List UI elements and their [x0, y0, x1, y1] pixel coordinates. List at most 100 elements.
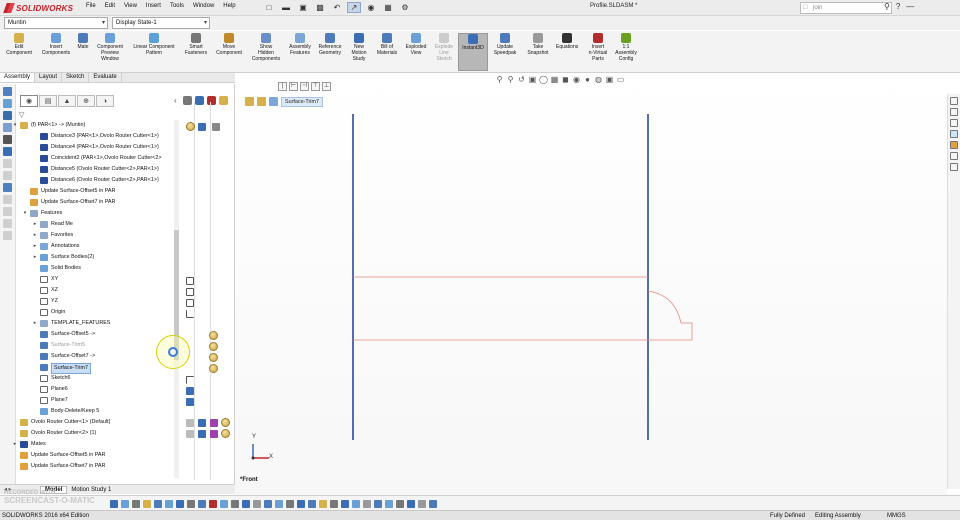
new-document-icon[interactable]: □: [262, 2, 276, 13]
display-mode-icon[interactable]: [198, 430, 206, 438]
help-icon[interactable]: ?: [896, 2, 900, 11]
command-button[interactable]: Instant3D: [458, 33, 488, 71]
display-mode-icon[interactable]: [198, 123, 206, 131]
appearance-icon[interactable]: [210, 419, 218, 427]
model-view[interactable]: [235, 73, 947, 499]
tree-scrollbar[interactable]: [174, 120, 179, 478]
tree-item[interactable]: Ovolo Router Cutter<2> (1): [16, 428, 178, 439]
transparency-icon[interactable]: [219, 96, 228, 105]
tree-item[interactable]: ▸ Annotations: [16, 241, 178, 252]
tree-item[interactable]: Update Surface-Offset5 in PAR: [16, 450, 178, 461]
chevron-right-icon[interactable]: ▸: [32, 241, 38, 252]
tab-layout[interactable]: Layout: [35, 73, 63, 82]
trim-icon[interactable]: [3, 135, 12, 144]
command-button[interactable]: Smart Fasteners: [182, 33, 210, 71]
command-button[interactable]: 1:1 Assembly Config: [612, 33, 640, 71]
file-properties-icon[interactable]: ▦: [381, 2, 395, 13]
tree-item[interactable]: Surface-Trim7: [16, 362, 178, 374]
body-state-icon[interactable]: [209, 353, 218, 362]
mirror-icon[interactable]: [3, 147, 12, 156]
toolbar-tool-icon[interactable]: [374, 500, 382, 508]
dynamic-annotation-icon[interactable]: ◯: [539, 75, 548, 84]
tree-item[interactable]: Surface-Trim5: [16, 340, 178, 351]
view-palette-icon[interactable]: [950, 130, 958, 138]
point-icon[interactable]: [3, 123, 12, 132]
command-button[interactable]: Assembly Features: [286, 33, 314, 71]
command-button[interactable]: Mate: [76, 33, 90, 71]
component-state-icon[interactable]: [186, 122, 195, 131]
graphics-area[interactable]: Y X: [235, 73, 947, 499]
plane-visibility-icon[interactable]: [186, 387, 194, 395]
tree-item[interactable]: YZ: [16, 296, 178, 307]
toolbar-tool-icon[interactable]: [396, 500, 404, 508]
menu-edit[interactable]: Edit: [105, 3, 115, 9]
tree-item[interactable]: Update Surface-Offset7 in PAR: [16, 197, 178, 208]
sketch-visibility-icon[interactable]: [186, 376, 194, 384]
tab-evaluate[interactable]: Evaluate: [89, 73, 122, 82]
smart-dimension-icon[interactable]: [3, 111, 12, 120]
minimize-icon[interactable]: —: [906, 2, 914, 11]
undo-icon[interactable]: ↶: [330, 2, 344, 13]
toolbar-tool-icon[interactable]: [154, 500, 162, 508]
command-button[interactable]: Component Preview Window: [94, 33, 126, 71]
toolbar-tool-icon[interactable]: [264, 500, 272, 508]
breadcrumb-tool-icon[interactable]: ⊣: [300, 82, 309, 91]
view-settings-icon[interactable]: ▣: [605, 75, 614, 84]
tree-item[interactable]: Update Surface-Offset5 in PAR: [16, 186, 178, 197]
breadcrumb-tool-icon[interactable]: |: [278, 82, 287, 91]
breadcrumb-tool-icon[interactable]: ⊢: [289, 82, 298, 91]
tree-item[interactable]: Surface-Offset7 ->: [16, 351, 178, 362]
menu-view[interactable]: View: [124, 3, 137, 9]
ovolo-profile-curve[interactable]: [647, 290, 693, 340]
component-visibility-icon[interactable]: [186, 419, 194, 427]
tree-item[interactable]: ▸ Surface Bodies(2): [16, 252, 178, 263]
breadcrumb-item-surface-trim[interactable]: Surface-Trim7: [281, 96, 323, 107]
display-mode-icon[interactable]: [195, 96, 204, 105]
command-button[interactable]: Move Component: [213, 33, 245, 71]
print-icon[interactable]: ▩: [313, 2, 327, 13]
apply-scene-icon[interactable]: ◍: [594, 75, 603, 84]
tree-item[interactable]: ▸ Favorites: [16, 230, 178, 241]
options-gear-icon[interactable]: ⚙: [398, 2, 412, 13]
body-state-icon[interactable]: [209, 364, 218, 373]
toolbar-tool-icon[interactable]: [220, 500, 228, 508]
toolbar-tool-icon[interactable]: [286, 500, 294, 508]
menu-help[interactable]: Help: [223, 3, 235, 9]
command-button[interactable]: Update Speedpak: [490, 33, 520, 71]
configuration-manager-tab-icon[interactable]: ▲: [58, 95, 76, 107]
plane-visibility-icon[interactable]: [186, 398, 194, 406]
command-button[interactable]: Exploded View: [402, 33, 430, 71]
command-button[interactable]: Edit Component: [3, 33, 35, 71]
menu-file[interactable]: File: [86, 3, 96, 9]
chevron-down-icon[interactable]: ▾: [12, 120, 18, 131]
chevron-right-icon[interactable]: ▸: [32, 230, 38, 241]
chevron-right-icon[interactable]: ▸: [32, 219, 38, 230]
chevron-right-icon[interactable]: ▸: [32, 252, 38, 263]
command-button[interactable]: Insert Components: [38, 33, 74, 71]
filter-icon[interactable]: ▽: [19, 111, 24, 119]
display-state-select[interactable]: Display State-1 ▾: [112, 17, 210, 29]
assembly-icon[interactable]: [245, 97, 254, 106]
tree-item[interactable]: Surface-Offset5 ->: [16, 329, 178, 340]
toolbar-tool-icon[interactable]: [330, 500, 338, 508]
tree-item[interactable]: XZ: [16, 285, 178, 296]
feature-icon[interactable]: [269, 97, 278, 106]
tree-item[interactable]: Ovolo Router Cutter<1> (Default): [16, 417, 178, 428]
units-select[interactable]: MMGS: [887, 511, 906, 520]
save-icon[interactable]: ▣: [296, 2, 310, 13]
part-icon[interactable]: [257, 97, 266, 106]
display-manager-tab-icon[interactable]: ◑: [96, 95, 114, 107]
plane-visibility-icon[interactable]: [186, 288, 194, 296]
toolbar-tool-icon[interactable]: [253, 500, 261, 508]
tree-item[interactable]: ▸ TEMPLATE_FEATURES: [16, 318, 178, 329]
menu-insert[interactable]: Insert: [146, 3, 161, 9]
tree-item[interactable]: Distance4 (PAR<1>,Ovolo Router Cutter<1>…: [16, 142, 178, 153]
toolbar-tool-icon[interactable]: [308, 500, 316, 508]
tree-item[interactable]: Body-Delete/Keep 5: [16, 406, 178, 417]
breadcrumb-tool-icon[interactable]: ⊤: [311, 82, 320, 91]
tree-item[interactable]: Distance6 (Ovolo Router Cutter<2>,PAR<1>…: [16, 175, 178, 186]
toolbar-tool-icon[interactable]: [297, 500, 305, 508]
appearances-icon[interactable]: [950, 141, 958, 149]
property-manager-tab-icon[interactable]: ▤: [39, 95, 57, 107]
feature-manager-tab-icon[interactable]: ◉: [20, 95, 38, 107]
